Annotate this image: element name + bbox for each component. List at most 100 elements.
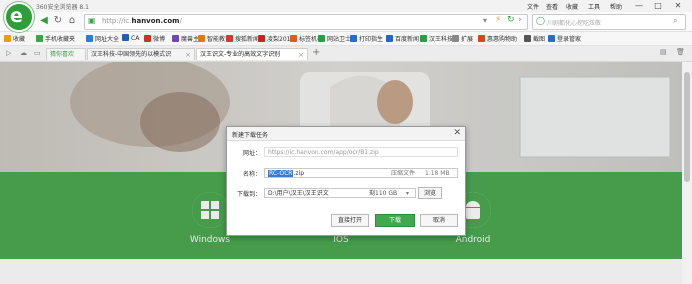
bookmark-item[interactable]: 打印指生	[350, 34, 383, 43]
bookmark-label: 微博	[153, 36, 166, 43]
trash-icon[interactable]: 🗑	[676, 48, 685, 56]
bookmark-favicon-icon	[226, 35, 233, 42]
bookmark-favicon-icon	[4, 35, 11, 42]
bookmark-item[interactable]: CA	[122, 34, 139, 42]
bookmark-item[interactable]: 网址大全	[86, 34, 119, 43]
search-input[interactable]: 川剧都化心挖吃炫敬	[547, 18, 601, 27]
restore-tab-icon[interactable]: ▭	[34, 49, 41, 57]
new-tab-button[interactable]: +	[312, 47, 320, 58]
bookmark-label: 扩展	[461, 36, 474, 43]
cancel-button[interactable]: 取消	[420, 214, 458, 227]
url-field[interactable]: https://ic.hanvon.com/app/ocr/B1.zip	[264, 147, 458, 157]
address-url[interactable]: http://ic.hanvon.com/	[102, 17, 182, 25]
address-bar[interactable]: ▣ http://ic.hanvon.com/ ▾ ⚡ ↻ ›	[84, 14, 528, 30]
bookmark-favicon-icon	[524, 35, 531, 42]
bookmark-label: 打印指生	[359, 36, 384, 43]
bookmark-favicon-icon	[420, 35, 427, 42]
minimize-button[interactable]: —	[633, 1, 645, 11]
bookmark-favicon-icon	[86, 35, 93, 42]
free-space: 剩110 GB	[369, 190, 398, 197]
bookmark-label: 截图	[533, 36, 546, 43]
back-icon[interactable]: ◀	[38, 15, 50, 27]
close-tab-icon[interactable]: ×	[185, 49, 191, 60]
tab-bar: ▷ ☁ ▭ 猜你喜欢 汉王科技-中国领先的以模式识 × 汉王识文-专业的高效文字识…	[0, 46, 692, 62]
bookmark-favicon-icon	[122, 34, 129, 41]
tab-label: 汉王识文-专业的高效文字识别	[200, 51, 281, 58]
bookmark-favicon-icon	[198, 35, 205, 42]
browser-logo-icon[interactable]: e	[4, 2, 34, 32]
tab-label: 猜你喜欢	[50, 51, 75, 58]
bookmark-favicon-icon	[548, 35, 555, 42]
menu-file[interactable]: 文件	[527, 2, 539, 11]
dialog-close-icon[interactable]: ✕	[453, 128, 461, 138]
menu-help[interactable]: 帮助	[610, 2, 622, 11]
dialog-title: 新建下载任务	[232, 132, 269, 139]
bookmark-label: 网址大全	[95, 36, 120, 43]
cloud-icon[interactable]: ☁	[20, 49, 27, 57]
bookmark-item[interactable]: 搜狐新闻	[226, 34, 259, 43]
bookmark-item[interactable]: 登录管家	[548, 34, 581, 43]
browse-button[interactable]: 浏览	[418, 187, 442, 199]
scrollbar-thumb[interactable]	[684, 72, 690, 182]
bookmark-item[interactable]: 微博	[144, 34, 165, 43]
dialog-title-bar: 新建下载任务 ✕	[227, 127, 465, 141]
home-icon[interactable]: ⌂	[66, 15, 78, 27]
bookmark-item[interactable]: 百度新闻	[386, 34, 419, 43]
lightning-icon[interactable]: ⚡	[495, 15, 501, 25]
filename-field[interactable]: RC-OCR.zip 压缩文件 1.18 MB	[264, 168, 458, 178]
bookmark-label: 手机收藏夹	[45, 36, 76, 43]
window-title: 360安全浏览器 8.1	[36, 4, 89, 11]
search-icon[interactable]: ⌕	[673, 16, 677, 26]
bookmark-favicon-icon	[258, 35, 265, 42]
bookmark-label: 百度新闻	[395, 36, 420, 43]
title-bar: 360安全浏览器 8.1 文件 查看 收藏 工具 帮助 — □ ✕	[0, 0, 692, 12]
tab-list-icon[interactable]: ▤	[660, 48, 667, 56]
bookmark-label: 凌梨201	[267, 36, 291, 43]
url-host-end: /	[179, 17, 182, 25]
go-icon[interactable]: ›	[518, 15, 522, 25]
secure-page-icon: ▣	[88, 16, 96, 25]
sidebar-toggle-icon[interactable]: ▷	[6, 49, 11, 57]
bookmark-item[interactable]: 扩展	[452, 34, 473, 43]
close-tab-icon[interactable]: ×	[298, 49, 304, 60]
tab-home[interactable]: 猜你喜欢	[46, 48, 86, 60]
bookmark-favicon-icon	[386, 35, 393, 42]
bookmark-item[interactable]: 网站卫士	[318, 34, 351, 43]
reload-icon[interactable]: ↻	[507, 15, 515, 25]
open-directly-button[interactable]: 直接打开	[331, 214, 369, 227]
refresh-icon[interactable]: ↻	[52, 15, 64, 27]
bookmark-favicon-icon	[318, 35, 325, 42]
tab-hanvon-ocr[interactable]: 汉王识文-专业的高效文字识别 ×	[196, 48, 308, 60]
bookmark-item[interactable]: 惠惠购物助	[478, 34, 517, 43]
close-window-button[interactable]: ✕	[672, 1, 684, 11]
menu-tools[interactable]: 工具	[588, 2, 600, 11]
menu-view[interactable]: 查看	[546, 2, 558, 11]
url-scheme: http://	[102, 17, 124, 25]
search-engine-icon[interactable]: ◯	[536, 16, 545, 25]
bookmark-favicon-icon	[478, 35, 485, 42]
filename-extension: .zip	[293, 170, 305, 177]
bookmark-label: 网站卫士	[327, 36, 352, 43]
saveto-field[interactable]: D:\用户\汉王\汉王识文 剩110 GB ▾	[264, 188, 416, 198]
saveto-dropdown-icon[interactable]: ▾	[406, 189, 409, 197]
bookmark-label: 惠惠购物助	[487, 36, 518, 43]
url-host-bold: hanvon.com	[131, 17, 180, 25]
download-button[interactable]: 下载	[375, 214, 415, 227]
file-size: 1.18 MB	[425, 170, 450, 177]
search-box[interactable]: ◯ 川剧都化心挖吃炫敬 ⌕	[532, 14, 686, 30]
navigation-bar: ◀ ↻ ⌂ ▣ http://ic.hanvon.com/ ▾ ⚡ ↻ › ◯ …	[0, 12, 692, 32]
bookmark-label: 收藏	[13, 36, 26, 43]
bookmark-item[interactable]: 凌梨201	[258, 34, 290, 43]
menu-favorites[interactable]: 收藏	[566, 2, 578, 11]
bookmark-item[interactable]: 手机收藏夹	[36, 34, 75, 43]
bookmark-item[interactable]: 汉王科技	[420, 34, 453, 43]
dropdown-icon[interactable]: ▾	[483, 16, 487, 25]
new-download-dialog: 新建下载任务 ✕ 网址： https://ic.hanvon.com/app/o…	[226, 126, 466, 236]
bookmark-label: 登录管家	[557, 36, 582, 43]
bookmark-label: 汉王科技	[429, 36, 454, 43]
bookmark-item[interactable]: 收藏	[4, 34, 25, 43]
maximize-button[interactable]: □	[652, 1, 664, 11]
bookmark-label: CA	[131, 35, 140, 42]
bookmark-item[interactable]: 截图	[524, 34, 545, 43]
tab-hanvon-tech[interactable]: 汉王科技-中国领先的以模式识 ×	[87, 48, 195, 60]
